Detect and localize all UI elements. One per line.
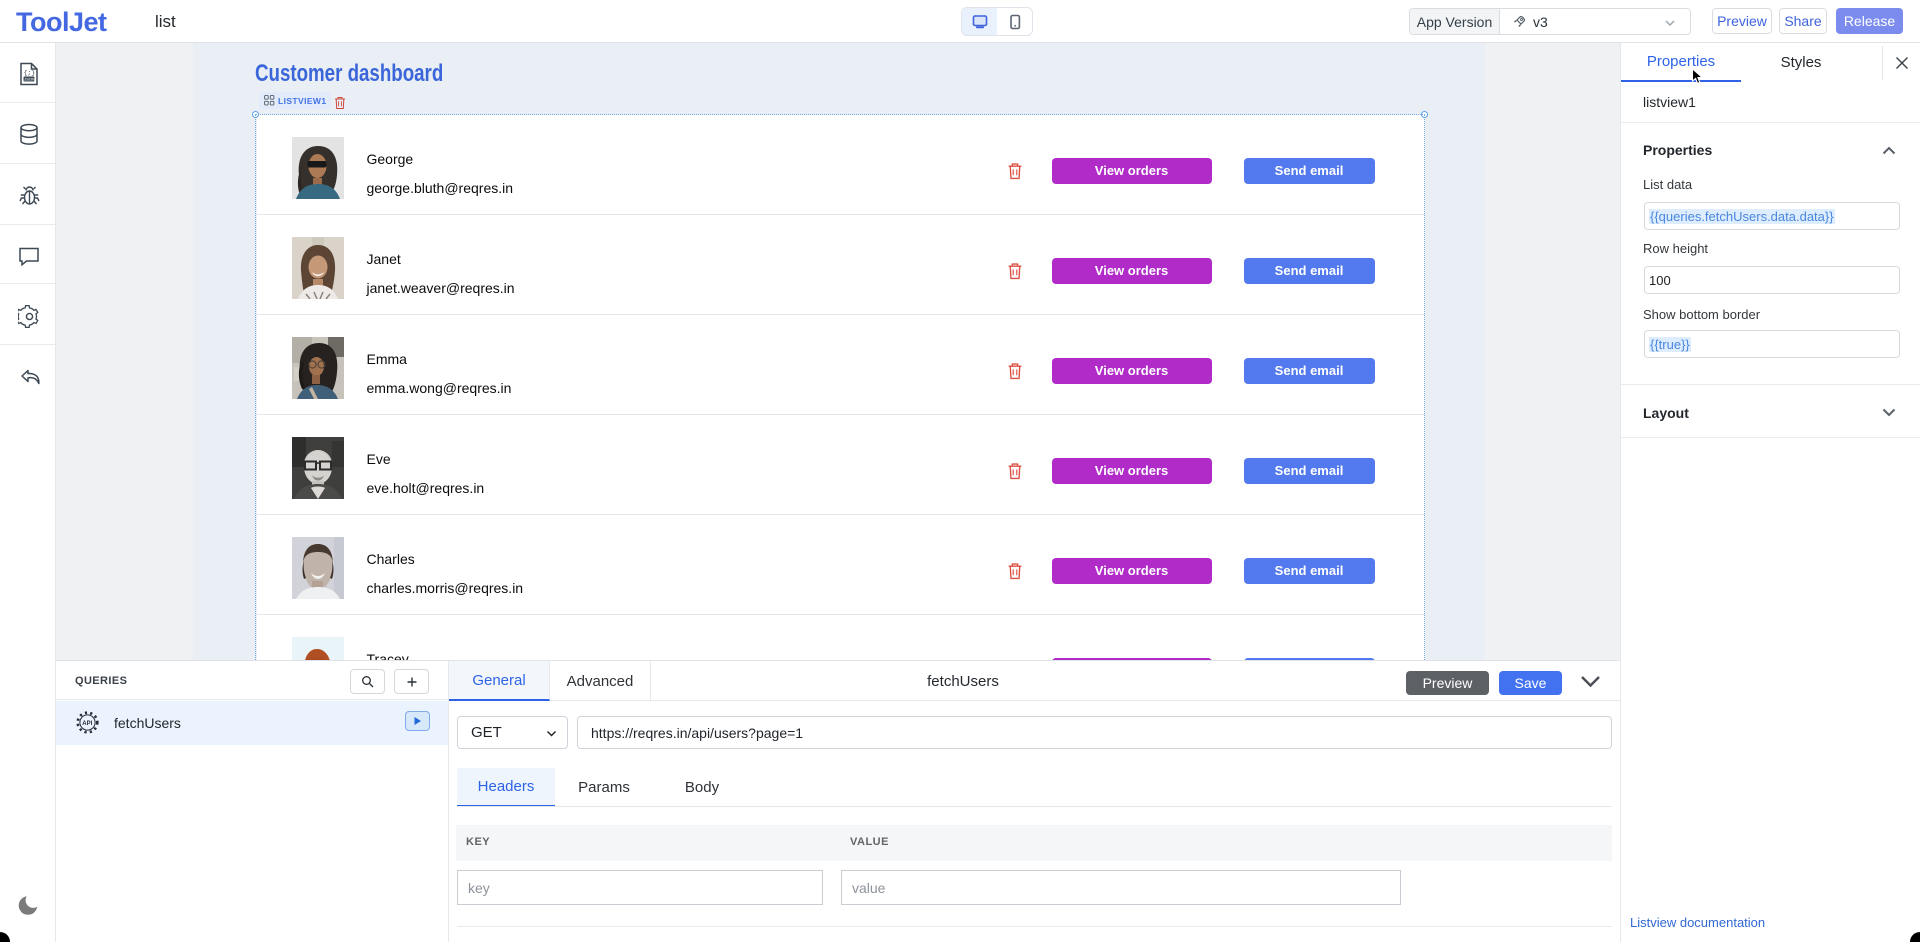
svg-text:JSON: JSON: [24, 77, 35, 82]
svg-text:API: API: [82, 721, 92, 727]
svg-text:{;}: {;}: [24, 70, 36, 77]
